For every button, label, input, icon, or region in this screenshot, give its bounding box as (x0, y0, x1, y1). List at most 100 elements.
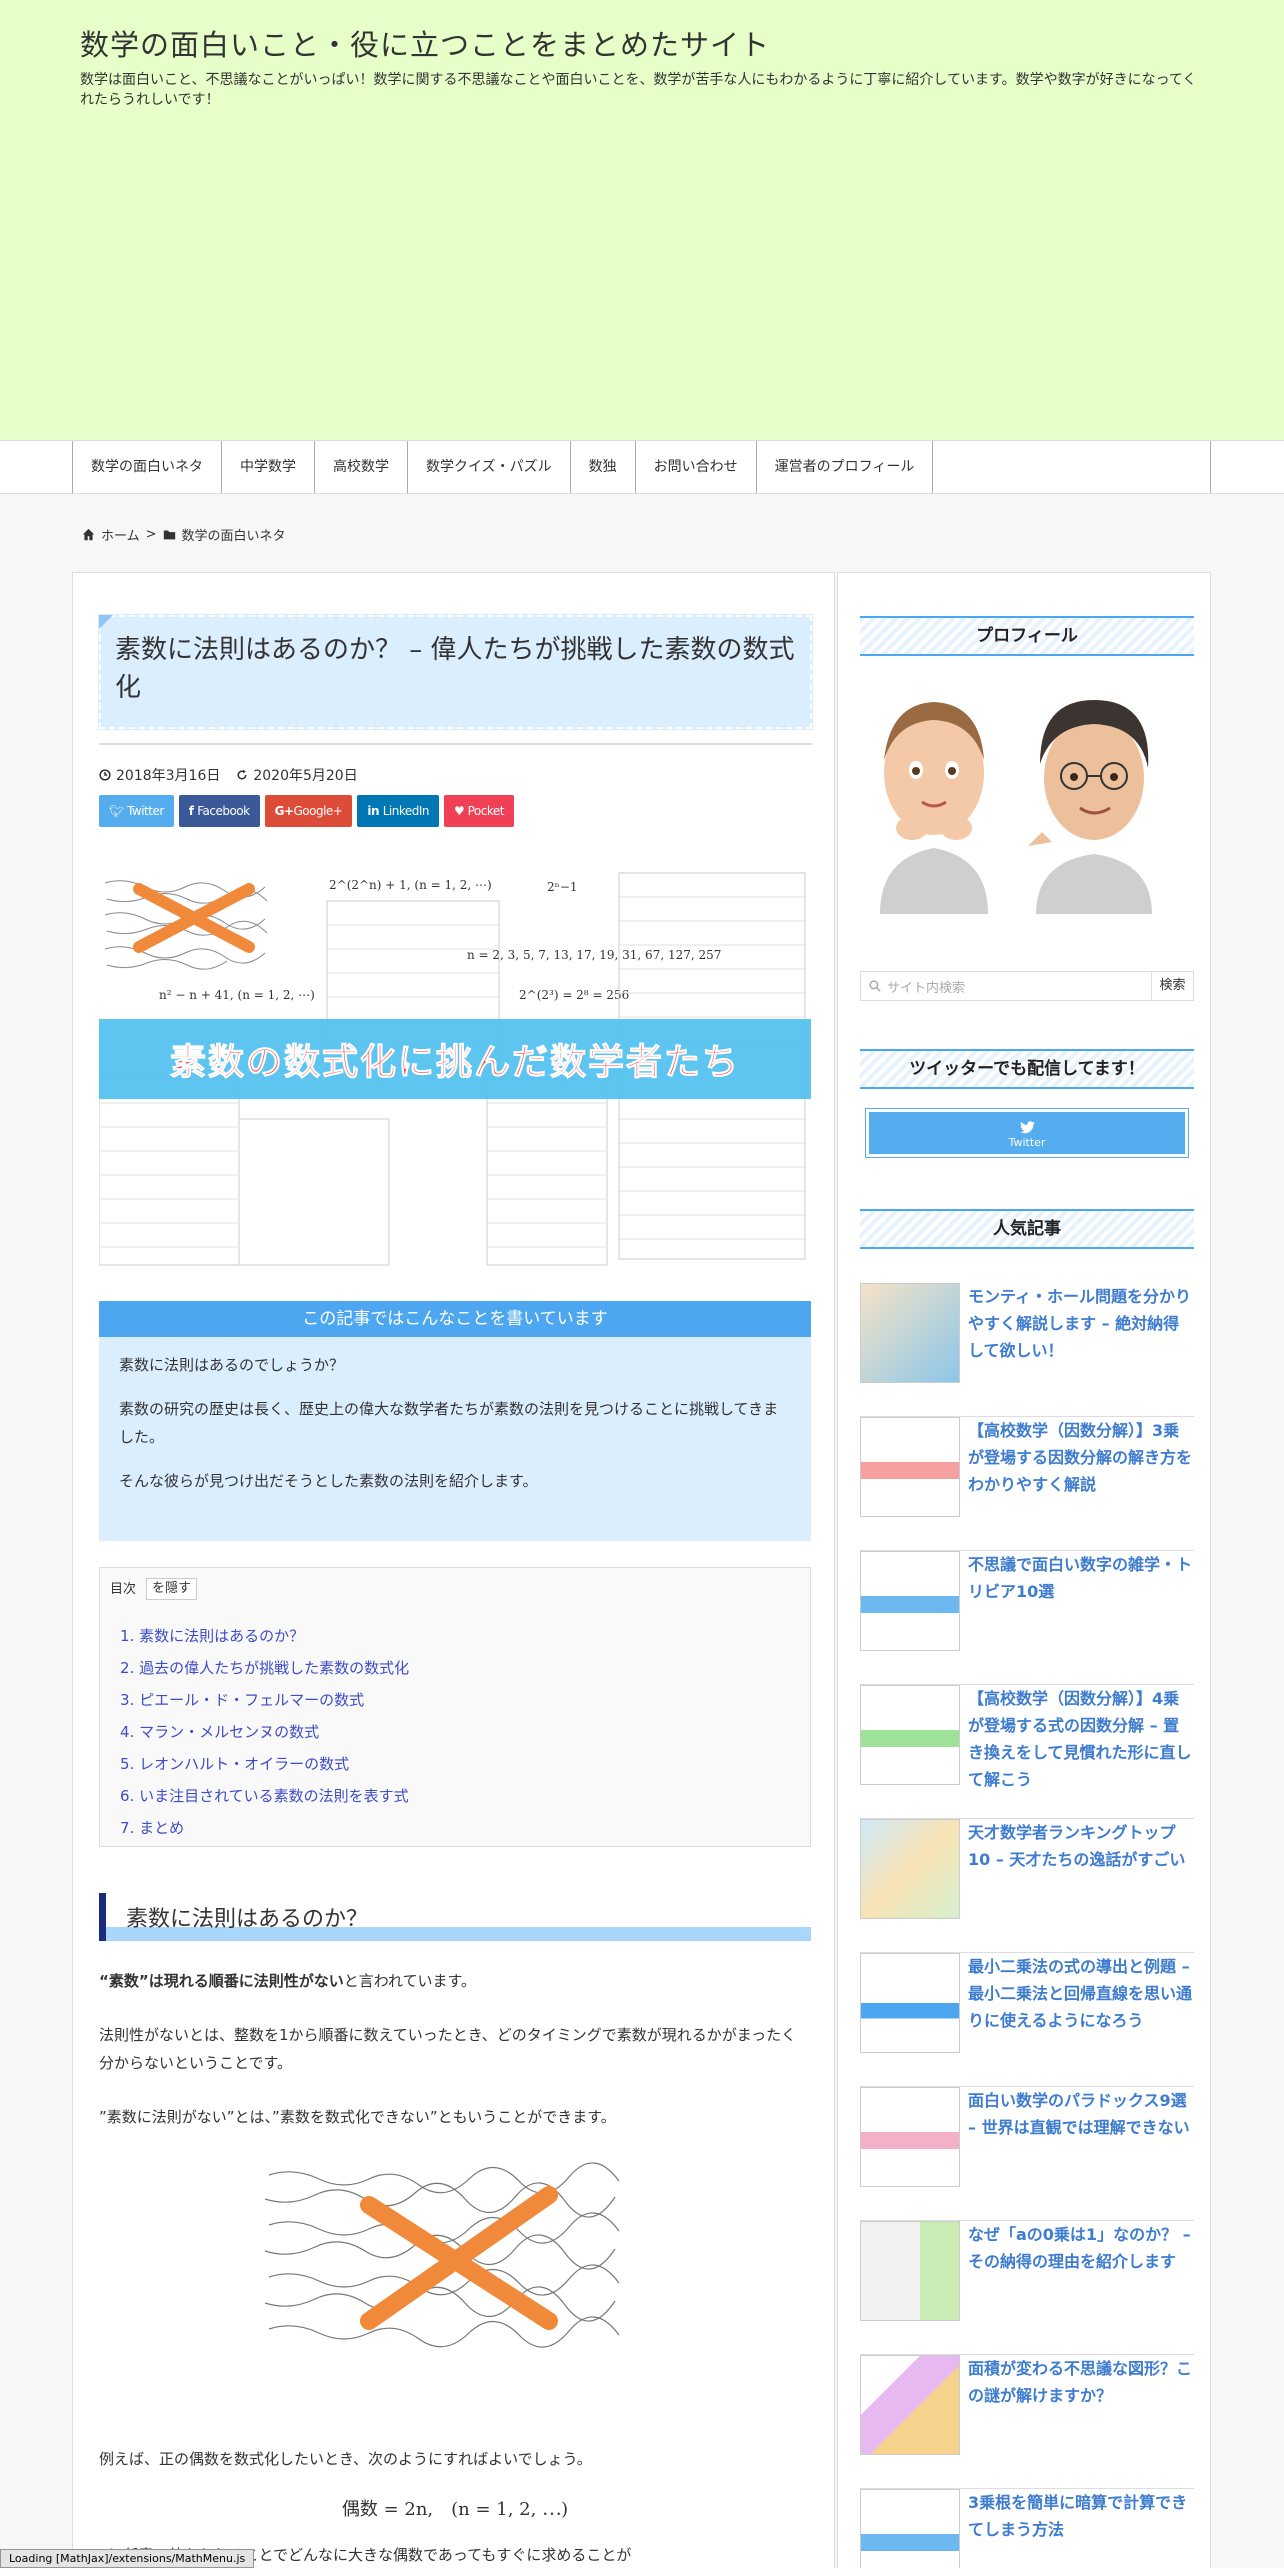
site-title[interactable]: 数学の面白いこと・役に立つことをまとめたサイト (80, 22, 770, 64)
twitter-icon: 🐦︎ (109, 804, 128, 818)
post-dates: 2018年3月16日 2020年5月20日 (99, 745, 358, 785)
toc-toggle-button[interactable]: を隠す (146, 1578, 198, 1600)
share-facebook-button[interactable]: f Facebook (178, 795, 260, 827)
popular-post-thumbnail[interactable] (860, 1819, 960, 1919)
popular-post-title[interactable]: なぜ「aの0乗は1」なのか？ – その納得の理由を紹介します (968, 2221, 1194, 2275)
share-linkedin-button[interactable]: in LinkedIn (357, 795, 439, 827)
paragraph: 例えば、正の偶数を数式化したいとき、次のようにすればよいでしょう。 (99, 2450, 592, 2468)
breadcrumb-separator: > (145, 527, 157, 542)
popular-post-item[interactable]: モンティ・ホール問題を分かりやすく解説します – 絶対納得して欲しい！ (860, 1283, 1194, 1417)
popular-post-thumbnail[interactable] (860, 2221, 960, 2321)
summary-heading: この記事ではこんなことを書いています (99, 1301, 811, 1337)
popular-post-thumbnail[interactable] (860, 1283, 960, 1383)
svg-text:2^(2^n) + 1, (n = 1, 2, ⋯): 2^(2^n) + 1, (n = 1, 2, ⋯) (329, 878, 492, 892)
popular-post-item[interactable]: 面白い数学のパラドックス9選 – 世界は直観では理解できない (860, 2087, 1194, 2221)
browser-status-bar: Loading [MathJax]/extensions/MathMenu.js (0, 2549, 255, 2568)
popular-post-item[interactable]: 最小二乗法の式の導出と例題 – 最小二乗法と回帰直線を思い通りに使えるようになろ… (860, 1953, 1194, 2087)
popular-post-item[interactable]: 不思議で面白い数字の雑学・トリビア10選 (860, 1551, 1194, 1685)
breadcrumb-home[interactable]: ホーム (101, 525, 140, 544)
nav-item-quiz-puzzle[interactable]: 数学クイズ・パズル (407, 441, 570, 493)
summary-line: 素数の研究の歴史は長く、歴史上の偉大な数学者たちが素数の法則を見つけることに挑戦… (119, 1400, 779, 1446)
summary-box: 素数に法則はあるのでしょうか？ 素数の研究の歴史は長く、歴史上の偉大な数学者たち… (99, 1337, 811, 1541)
nav-item-sudoku[interactable]: 数独 (569, 441, 635, 493)
popular-post-thumbnail[interactable] (860, 2489, 960, 2568)
paragraph: ”素数に法則がない”とは、”素数を数式化できない”ともいうことができます。 (99, 2108, 616, 2126)
toc-item[interactable]: 5. レオンハルト・オイラーの数式 (120, 1748, 409, 1780)
twitter-follow-button[interactable]: Twitter (865, 1108, 1189, 1158)
popular-widget-title: 人気記事 (860, 1209, 1194, 1249)
search-button[interactable]: 検索 (1152, 971, 1194, 1001)
site-description: 数学は面白いこと、不思議なことがいっぱい！数学に関する不思議なことや面白いことを… (80, 72, 1197, 108)
svg-text:2^(2³) = 2⁸ = 256: 2^(2³) = 2⁸ = 256 (519, 988, 629, 1002)
search-icon (869, 980, 881, 992)
nav-item-junior-high[interactable]: 中学数学 (221, 441, 314, 493)
updated-date: 2020年5月20日 (253, 768, 358, 784)
twitter-widget-title: ツイッターでも配信してます！ (860, 1049, 1194, 1089)
avatar (1028, 700, 1152, 914)
share-buttons: 🐦︎ Twitter f Facebook G+Google+ in Linke… (99, 795, 514, 827)
post-title: 素数に法則はあるのか？ – 偉人たちが挑戦した素数の数式化 (115, 635, 795, 703)
popular-post-item[interactable]: なぜ「aの0乗は1」なのか？ – その納得の理由を紹介します (860, 2221, 1194, 2355)
popular-post-thumbnail[interactable] (860, 1551, 960, 1651)
svg-text:n = 2, 3, 5, 7, 13, 17, 19, 31: n = 2, 3, 5, 7, 13, 17, 19, 31, 67, 127,… (467, 948, 721, 962)
home-icon (82, 528, 95, 541)
popular-post-thumbnail[interactable] (860, 1417, 960, 1517)
popular-post-title[interactable]: 天才数学者ランキングトップ10 – 天才たちの逸話がすごい (968, 1819, 1194, 1873)
article: 素数に法則はあるのか？ – 偉人たちが挑戦した素数の数式化 2018年3月16日… (72, 572, 835, 2568)
popular-post-item[interactable]: 3乗根を簡単に暗算で計算できてしまう方法 (860, 2489, 1194, 2568)
avatar (880, 702, 988, 914)
popular-post-item[interactable]: 面積が変わる不思議な図形？この謎が解けますか？ (860, 2355, 1194, 2489)
popular-post-thumbnail[interactable] (860, 1953, 960, 2053)
share-twitter-button[interactable]: 🐦︎ Twitter (99, 795, 174, 827)
global-nav: 数学の面白いネタ 中学数学 高校数学 数学クイズ・パズル 数独 お問い合わせ 運… (0, 440, 1284, 494)
nav-item-neta[interactable]: 数学の面白いネタ (72, 441, 221, 493)
nav-item-high-school[interactable]: 高校数学 (314, 441, 407, 493)
popular-post-item[interactable]: 【高校数学（因数分解）】4乗が登場する式の因数分解 – 置き換えをして見慣れた形… (860, 1685, 1194, 1819)
eyecatch-caption: 素数の数式化に挑んだ数学者たち (169, 1042, 740, 1084)
search-placeholder: サイト内検索 (887, 980, 966, 996)
twitter-icon (1019, 1121, 1035, 1134)
popular-post-title[interactable]: 3乗根を簡単に暗算で計算できてしまう方法 (968, 2489, 1194, 2543)
paragraph: “素数”は現れる順番に法則性がないと言われています。 (99, 1972, 477, 1990)
popular-post-thumbnail[interactable] (860, 2087, 960, 2187)
popular-post-item[interactable]: 【高校数学（因数分解）】3乗が登場する因数分解の解き方をわかりやすく解説 (860, 1417, 1194, 1551)
popular-post-item[interactable]: 天才数学者ランキングトップ10 – 天才たちの逸話がすごい (860, 1819, 1194, 1953)
site-header: 数学の面白いこと・役に立つことをまとめたサイト 数学は面白いこと、不思議なことが… (0, 0, 1284, 440)
sidebar: プロフィール サイト内検索 検索 ツイッターでも配信してます！ Twitter … (837, 572, 1211, 2568)
popular-post-thumbnail[interactable] (860, 1685, 960, 1785)
search-input[interactable]: サイト内検索 (860, 971, 1152, 1001)
share-pocket-button[interactable]: ♥︎ Pocket (444, 795, 514, 827)
toc-item[interactable]: 1. 素数に法則はあるのか？ (120, 1620, 409, 1652)
refresh-icon (237, 769, 247, 780)
google-plus-icon: G+ (274, 804, 294, 818)
popular-post-title[interactable]: 不思議で面白い数字の雑学・トリビア10選 (968, 1551, 1194, 1605)
toc-item[interactable]: 7. まとめ (120, 1812, 409, 1844)
post-title-box: 素数に法則はあるのか？ – 偉人たちが挑戦した素数の数式化 (98, 614, 813, 730)
bold-text: “素数”は現れる順番に法則性がない (99, 1972, 344, 1990)
nav-item-profile[interactable]: 運営者のプロフィール (755, 441, 934, 493)
share-google-plus-button[interactable]: G+Google+ (264, 795, 353, 827)
svg-text:2ⁿ−1: 2ⁿ−1 (547, 880, 578, 894)
toc-item[interactable]: 3. ピエール・ド・フェルマーの数式 (120, 1684, 409, 1716)
popular-post-title[interactable]: 最小二乗法の式の導出と例題 – 最小二乗法と回帰直線を思い通りに使えるようになろ… (968, 1953, 1194, 2034)
toc-item[interactable]: 6. いま注目されている素数の法則を表す式 (120, 1780, 409, 1812)
summary-line: そんな彼らが見つけ出だそうとした素数の法則を紹介します。 (119, 1472, 538, 1490)
eyecatch-image: 2^(2^n) + 1, (n = 1, 2, ⋯) 2ⁿ−1 n² − n +… (99, 869, 811, 1269)
summary-line: 素数に法則はあるのでしょうか？ (119, 1356, 345, 1374)
paragraph: 法則性がないとは、整数を1から順番に数えていったとき、どのタイミングで素数が現れ… (99, 2026, 797, 2072)
popular-post-title[interactable]: モンティ・ホール問題を分かりやすく解説します – 絶対納得して欲しい！ (968, 1283, 1194, 1364)
toc-item[interactable]: 2. 過去の偉人たちが挑戦した素数の数式化 (120, 1652, 409, 1684)
popular-post-title[interactable]: 面白い数学のパラドックス9選 – 世界は直観では理解できない (968, 2087, 1194, 2141)
popular-post-title[interactable]: 面積が変わる不思議な図形？この謎が解けますか？ (968, 2355, 1194, 2409)
even-number-equation: 偶数 = 2n, (n = 1, 2, ⋯) (341, 2499, 569, 2520)
popular-post-thumbnail[interactable] (860, 2355, 960, 2455)
popular-post-title[interactable]: 【高校数学（因数分解）】3乗が登場する因数分解の解き方をわかりやすく解説 (968, 1417, 1194, 1498)
breadcrumb-category[interactable]: 数学の面白いネタ (182, 525, 286, 544)
toc-label: 目次 (110, 1582, 137, 1597)
toc-item[interactable]: 4. マラン・メルセンヌの数式 (120, 1716, 409, 1748)
crossed-formulas-image (259, 2155, 649, 2351)
section-heading: 素数に法則はあるのか？ (99, 1893, 811, 1941)
popular-post-title[interactable]: 【高校数学（因数分解）】4乗が登場する式の因数分解 – 置き換えをして見慣れた形… (968, 1685, 1194, 1793)
nav-item-contact[interactable]: お問い合わせ (634, 441, 756, 493)
profile-widget-title: プロフィール (860, 616, 1194, 656)
